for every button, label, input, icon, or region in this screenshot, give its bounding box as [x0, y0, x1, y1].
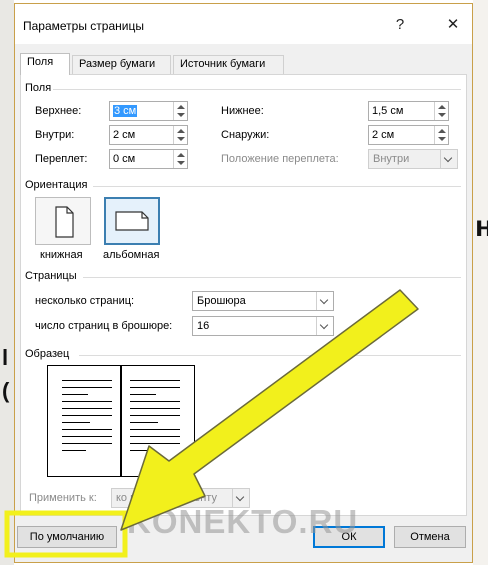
preview-text-line: [62, 450, 86, 451]
preview-text-line: [62, 380, 112, 381]
preview-text-line: [62, 443, 112, 444]
chevron-down-icon[interactable]: [316, 292, 333, 310]
inside-margin-spinner[interactable]: 2 см: [109, 125, 188, 145]
tab-paper-source[interactable]: Источник бумаги: [173, 55, 284, 74]
preview-text-line: [130, 387, 180, 388]
preview-text-line: [130, 394, 156, 395]
landscape-orientation-button[interactable]: [104, 197, 160, 245]
stepper-up-icon[interactable]: [177, 129, 185, 133]
stepper-down-icon[interactable]: [177, 137, 185, 141]
help-button[interactable]: ?: [386, 12, 414, 38]
title-bar: Параметры страницы ? ✕: [15, 4, 472, 44]
preview-text-line: [130, 450, 154, 451]
outside-margin-label: Снаружи:: [221, 129, 270, 141]
tab-margins[interactable]: Поля: [20, 53, 70, 75]
preview-text-line: [62, 401, 112, 402]
preview-right-page: [122, 366, 194, 476]
gutter-label: Переплет:: [35, 153, 88, 165]
bottom-margin-label: Нижнее:: [221, 105, 264, 117]
orientation-group-label: Ориентация: [25, 179, 88, 191]
preview-text-line: [62, 394, 88, 395]
background-page-right: [473, 0, 488, 565]
top-margin-stepper[interactable]: [173, 102, 187, 120]
bottom-margin-stepper[interactable]: [434, 102, 448, 120]
outside-margin-spinner[interactable]: 2 см: [368, 125, 449, 145]
top-margin-value[interactable]: 3 см: [113, 105, 138, 117]
margins-panel: Поля Верхнее: 3 см Нижнее: 1,5 см Внутри…: [20, 74, 467, 516]
top-margin-spinner[interactable]: 3 см: [109, 101, 188, 121]
pages-group-divider: [83, 277, 461, 278]
preview-text-line: [130, 415, 180, 416]
preview-text-line: [62, 387, 112, 388]
preview-text-line: [130, 422, 158, 423]
site-watermark: KONEKTO.RU: [127, 503, 359, 540]
dialog-title: Параметры страницы: [23, 19, 144, 33]
preview-text-line: [130, 436, 180, 437]
multiple-pages-select[interactable]: Брошюра: [192, 291, 334, 311]
gutter-spinner[interactable]: 0 см: [109, 149, 188, 169]
stepper-down-icon[interactable]: [438, 113, 446, 117]
portrait-label[interactable]: книжная: [40, 249, 83, 261]
bottom-margin-spinner[interactable]: 1,5 см: [368, 101, 449, 121]
sheets-per-booklet-value[interactable]: 16: [197, 320, 209, 332]
background-text-left-1: l: [2, 345, 9, 370]
preview-text-line: [130, 401, 180, 402]
preview-text-line: [130, 429, 180, 430]
inside-margin-stepper[interactable]: [173, 126, 187, 144]
stepper-up-icon[interactable]: [177, 105, 185, 109]
preview-left-page: [48, 366, 120, 476]
sheets-per-booklet-label: число страниц в брошюре:: [35, 320, 173, 332]
cancel-button[interactable]: Отмена: [394, 526, 466, 548]
stepper-up-icon[interactable]: [438, 105, 446, 109]
top-margin-label: Верхнее:: [35, 105, 82, 117]
booklet-preview: [47, 365, 195, 477]
preview-text-line: [62, 429, 112, 430]
gutter-position-select: Внутри: [368, 149, 458, 169]
stepper-up-icon[interactable]: [438, 129, 446, 133]
landscape-label[interactable]: альбомная: [103, 249, 159, 261]
multiple-pages-value[interactable]: Брошюра: [197, 295, 246, 307]
gutter-value[interactable]: 0 см: [113, 153, 135, 165]
sheets-per-booklet-select[interactable]: 16: [192, 316, 334, 336]
multiple-pages-label: несколько страниц:: [35, 295, 135, 307]
gutter-stepper[interactable]: [173, 150, 187, 168]
close-button[interactable]: ✕: [439, 12, 467, 38]
gutter-position-label: Положение переплета:: [221, 153, 339, 165]
bottom-margin-value[interactable]: 1,5 см: [372, 105, 403, 117]
inside-margin-value[interactable]: 2 см: [113, 129, 135, 141]
inside-margin-label: Внутри:: [35, 129, 75, 141]
margins-group-divider: [53, 89, 461, 90]
outside-margin-stepper[interactable]: [434, 126, 448, 144]
gutter-position-value: Внутри: [373, 153, 410, 165]
stepper-down-icon[interactable]: [438, 137, 446, 141]
preview-text-line: [130, 408, 180, 409]
set-as-default-button[interactable]: По умолчанию: [17, 526, 117, 548]
chevron-down-icon: [440, 150, 457, 168]
preview-text-line: [62, 408, 112, 409]
outside-margin-value[interactable]: 2 см: [372, 129, 394, 141]
tab-paper-size[interactable]: Размер бумаги: [72, 55, 171, 74]
apply-to-label: Применить к:: [29, 492, 97, 504]
orientation-group-divider: [93, 186, 461, 187]
margins-group-label: Поля: [25, 82, 52, 94]
stepper-down-icon[interactable]: [177, 161, 185, 165]
stepper-up-icon[interactable]: [177, 153, 185, 157]
landscape-page-icon: [115, 211, 149, 231]
preview-text-line: [130, 380, 180, 381]
background-text-left-2: (: [2, 378, 10, 403]
preview-group-label: Образец: [25, 348, 70, 360]
preview-group-divider: [79, 355, 461, 356]
preview-text-line: [62, 422, 90, 423]
portrait-page-icon: [55, 206, 74, 238]
preview-text-line: [62, 415, 112, 416]
stepper-down-icon[interactable]: [177, 113, 185, 117]
background-text-right: н: [475, 210, 488, 243]
background-page-left: [0, 0, 14, 565]
pages-group-label: Страницы: [25, 270, 77, 282]
page-setup-dialog: Параметры страницы ? ✕ Поля Размер бумаг…: [14, 3, 473, 563]
preview-text-line: [62, 436, 112, 437]
portrait-orientation-button[interactable]: [35, 197, 91, 245]
chevron-down-icon[interactable]: [316, 317, 333, 335]
preview-text-line: [130, 443, 180, 444]
